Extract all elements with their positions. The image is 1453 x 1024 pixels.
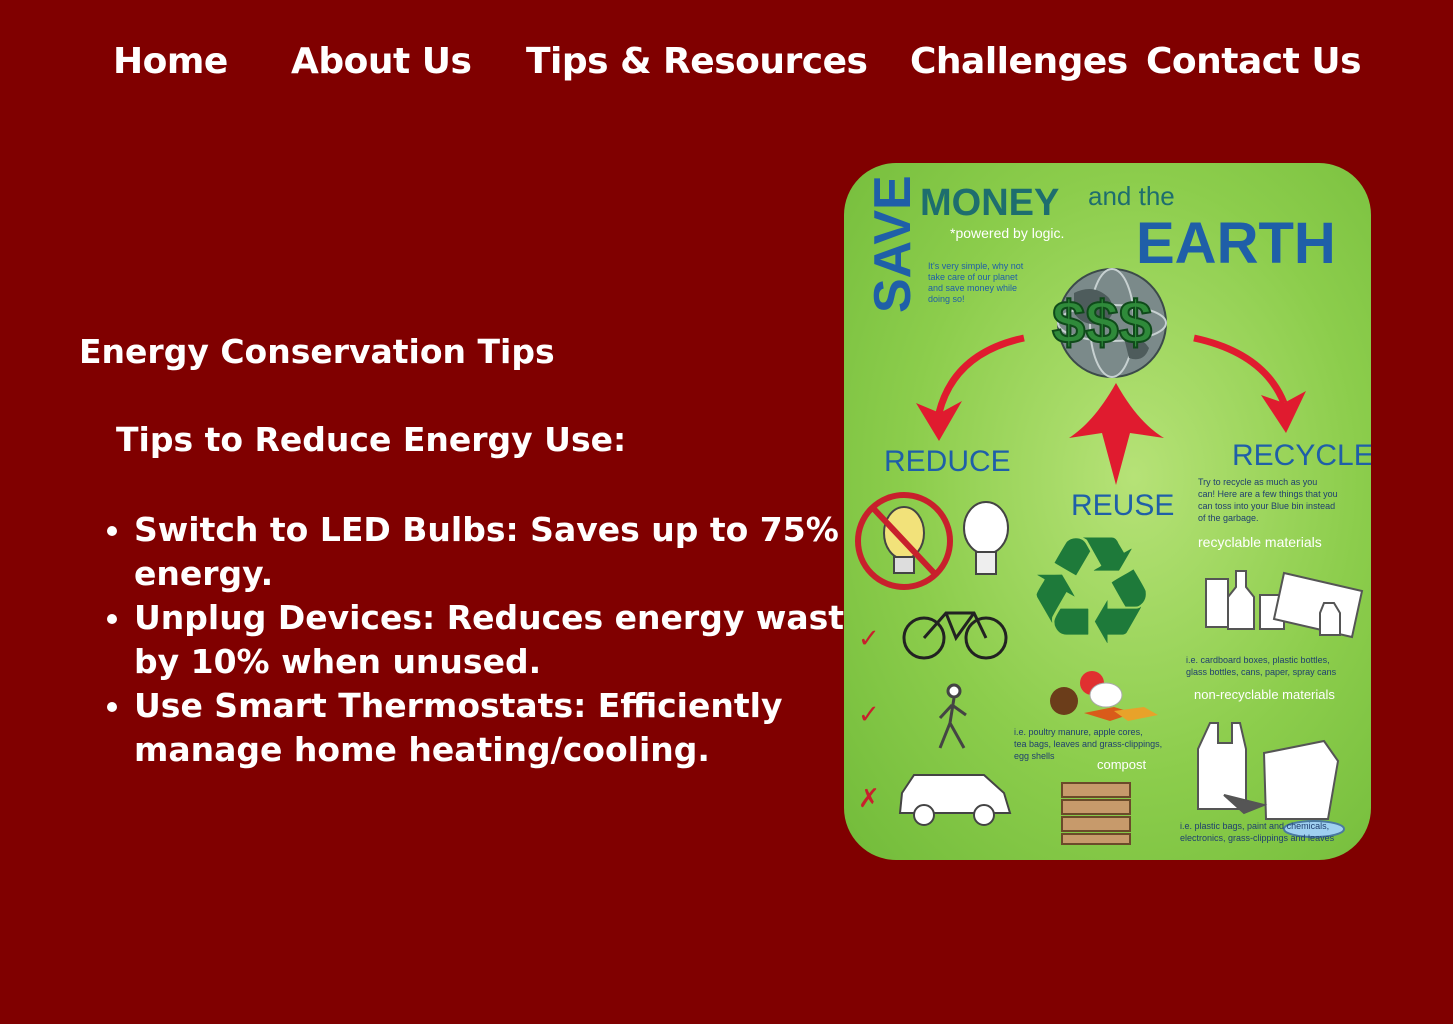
recyclable-materials-label: recyclable materials — [1198, 534, 1322, 550]
bicycle-check-icon: ✓ — [858, 623, 880, 653]
tips-list: Switch to LED Bulbs: Saves up to 75% ene… — [96, 508, 869, 772]
walking-person-icon — [938, 683, 967, 749]
car-icon — [898, 774, 1012, 826]
nav-about-link[interactable]: About Us — [291, 38, 472, 86]
compost-examples-line-2: tea bags, leaves and grass-clippings, — [1014, 739, 1162, 749]
recycle-note-line-2: can! Here are a few things that you — [1198, 489, 1338, 499]
incandescent-bulb-crossed-icon — [855, 492, 953, 590]
recycle-label: RECYCLE — [1232, 439, 1371, 472]
non-recyclable-examples-line-1: i.e. plastic bags, paint and chemicals, — [1180, 821, 1329, 831]
non-recyclable-label: non-recyclable materials — [1194, 687, 1335, 702]
nav-home-link[interactable]: Home — [113, 38, 228, 86]
recycle-arrow-icon — [1193, 334, 1306, 433]
recyclable-examples-line-1: i.e. cardboard boxes, plastic bottles, — [1186, 655, 1330, 665]
poster-powered-text: *powered by logic. — [950, 225, 1064, 241]
tip-item-led: Switch to LED Bulbs: Saves up to 75% ene… — [134, 508, 869, 596]
page-heading: Energy Conservation Tips — [79, 332, 555, 371]
reduce-arrow-icon — [916, 334, 1025, 441]
poster-money-text: MONEY — [920, 182, 1059, 224]
poster-and-the-text: and the — [1088, 181, 1175, 211]
nav-tips-resources-link[interactable]: Tips & Resources — [526, 38, 868, 86]
tip-item-unplug: Unplug Devices: Reduces energy waste by … — [134, 596, 869, 684]
poster-intro-line-4: doing so! — [928, 294, 965, 304]
poster-intro-line-3: and save money while — [928, 283, 1017, 293]
recycle-note-line-4: of the garbage. — [1198, 513, 1259, 523]
car-cross-icon: ✗ — [858, 783, 880, 813]
compost-crate-icon — [1061, 782, 1131, 845]
recyclable-items-icon — [1205, 570, 1364, 639]
bicycle-icon — [902, 611, 1008, 660]
save-money-earth-infographic: SAVE MONEY and the EARTH *powered by log… — [844, 163, 1371, 860]
compost-label: compost — [1097, 757, 1147, 772]
compost-examples-line-3: egg shells — [1014, 751, 1055, 761]
recycle-symbol-icon: ♻ — [1024, 505, 1158, 679]
poster-save-text: SAVE — [864, 175, 922, 313]
recycle-note-line-1: Try to recycle as much as you — [1198, 477, 1317, 487]
poster-intro-line-2: take care of our planet — [928, 272, 1018, 282]
poster-earth-text: EARTH — [1136, 211, 1336, 276]
nav-challenges-link[interactable]: Challenges — [910, 38, 1128, 86]
tips-subheading: Tips to Reduce Energy Use: — [116, 420, 627, 459]
poster-intro-line-1: It's very simple, why not — [928, 261, 1024, 271]
recycle-note-line-3: can toss into your Blue bin instead — [1198, 501, 1335, 511]
tip-item-thermostat: Use Smart Thermostats: Efficiently manag… — [134, 684, 869, 772]
non-recyclable-items-icon — [1197, 722, 1345, 838]
nav-contact-link[interactable]: Contact Us — [1146, 38, 1362, 86]
dollar-signs: $$$ — [1052, 289, 1152, 356]
led-bulb-icon — [963, 501, 1009, 575]
reuse-arrow-icon — [1069, 383, 1164, 485]
non-recyclable-examples-line-2: electronics, grass-clippings and leaves — [1180, 833, 1335, 843]
compost-examples-line-1: i.e. poultry manure, apple cores, — [1014, 727, 1143, 737]
recyclable-examples-line-2: glass bottles, cans, paper, spray cans — [1186, 667, 1337, 677]
walking-check-icon: ✓ — [858, 699, 880, 729]
reduce-label: REDUCE — [884, 445, 1011, 478]
